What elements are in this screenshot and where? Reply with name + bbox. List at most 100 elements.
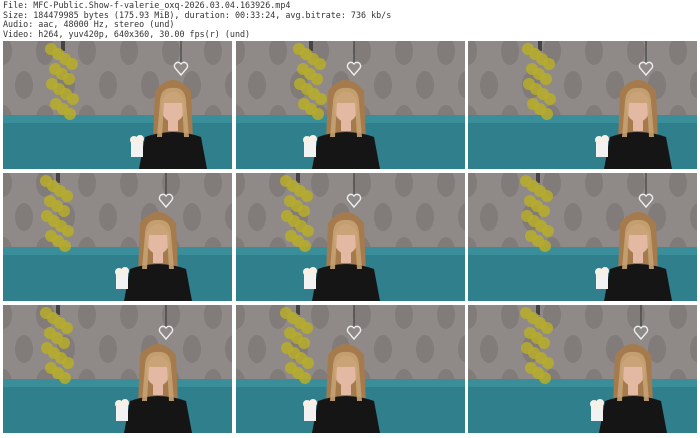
plant-leaf [298, 372, 311, 384]
video-thumbnail-6[interactable] [468, 173, 697, 301]
wallpaper-motif [15, 335, 33, 363]
plant-leaf [300, 190, 313, 202]
frame-scene [235, 173, 465, 301]
plant-leaf [59, 240, 71, 252]
wallpaper-motif [99, 203, 117, 231]
video-thumbnail-3[interactable] [468, 41, 697, 169]
plant-leaf [538, 205, 550, 217]
frame-scene [468, 41, 697, 169]
wallpaper-motif [415, 335, 434, 363]
contact-sheet: File: MFC-Public.Show-f-valerie_oxq-2026… [0, 0, 700, 438]
popcorn [601, 135, 609, 143]
plant-leaf [310, 73, 323, 85]
wallpaper-motif [373, 203, 392, 231]
sofa-back [468, 379, 697, 387]
frame-scene [468, 173, 697, 301]
plant-leaf [61, 322, 73, 334]
wallpaper-motif [564, 71, 582, 99]
video-info-line: Video: h264, yuv420p, 640x360, 30.00 fps… [3, 28, 251, 39]
popcorn [308, 135, 317, 143]
frame-scene [235, 41, 465, 169]
plant-leaf [62, 357, 74, 369]
video-thumbnail-4[interactable] [3, 173, 232, 301]
plant-leaf [541, 322, 553, 334]
popcorn [596, 399, 604, 407]
video-thumbnail-2[interactable] [235, 41, 465, 169]
wallpaper-motif [480, 203, 498, 231]
wallpaper-motif [480, 71, 498, 99]
popcorn [121, 267, 129, 275]
person-shirt [311, 132, 380, 169]
wallpaper-motif [247, 71, 266, 99]
plant-leaf [539, 372, 551, 384]
person-shirt [604, 264, 672, 301]
plant-leaf [301, 357, 314, 369]
plant-leaf [298, 240, 311, 252]
plant-leaf [538, 337, 550, 349]
plant-leaf [543, 58, 555, 70]
frame-scene [3, 305, 232, 433]
wallpaper-motif [99, 335, 117, 363]
plant-leaf [58, 337, 70, 349]
plant-leaf [539, 240, 551, 252]
plant-leaf [542, 357, 554, 369]
wallpaper-motif [247, 203, 266, 231]
wallpaper-motif [564, 335, 582, 363]
sofa-back [3, 115, 232, 123]
wallpaper-motif [247, 335, 266, 363]
file-info: File: MFC-Public.Show-f-valerie_oxq-2026… [3, 0, 391, 39]
video-thumbnail-9[interactable] [468, 305, 697, 433]
plant-leaf [64, 108, 76, 120]
wallpaper-motif [415, 203, 434, 231]
plant-leaf [311, 108, 324, 120]
popcorn [601, 267, 609, 275]
plant-leaf [544, 93, 556, 105]
wallpaper-motif [480, 335, 498, 363]
plant-leaf [300, 322, 313, 334]
plant-leaf [540, 73, 552, 85]
frame-scene [3, 41, 232, 169]
plant-leaf [297, 337, 310, 349]
wallpaper-motif [415, 71, 434, 99]
plant-leaf [313, 58, 326, 70]
plant-leaf [301, 225, 314, 237]
frame-scene [235, 305, 465, 433]
wallpaper-motif [183, 335, 201, 363]
popcorn [136, 135, 144, 143]
person-shirt [124, 264, 192, 301]
wallpaper-motif [15, 71, 33, 99]
thumbnail-grid [3, 41, 697, 435]
plant-leaf [59, 372, 71, 384]
sofa-back [3, 247, 232, 255]
person-shirt [311, 396, 380, 433]
video-thumbnail-7[interactable] [3, 305, 232, 433]
popcorn [308, 267, 317, 275]
plant-leaf [66, 58, 78, 70]
popcorn [308, 399, 317, 407]
video-thumbnail-8[interactable] [235, 305, 465, 433]
plant-leaf [542, 225, 554, 237]
person-shirt [311, 264, 380, 301]
video-thumbnail-1[interactable] [3, 41, 232, 169]
wallpaper-motif [99, 71, 117, 99]
plant-leaf [541, 108, 553, 120]
wallpaper-motif [15, 203, 33, 231]
sofa-back [468, 115, 697, 123]
plant-leaf [63, 73, 75, 85]
video-thumbnail-5[interactable] [235, 173, 465, 301]
wallpaper-motif [564, 203, 582, 231]
plant-leaf [61, 190, 73, 202]
sofa-back [468, 247, 697, 255]
person-shirt [604, 132, 672, 169]
plant-leaf [67, 93, 79, 105]
frame-scene [468, 305, 697, 433]
plant-leaf [62, 225, 74, 237]
person-shirt [139, 132, 207, 169]
frame-scene [3, 173, 232, 301]
person-shirt [599, 396, 667, 433]
wallpaper-motif [373, 71, 392, 99]
popcorn [121, 399, 129, 407]
plant-leaf [58, 205, 70, 217]
person-shirt [124, 396, 192, 433]
plant-leaf [314, 93, 327, 105]
